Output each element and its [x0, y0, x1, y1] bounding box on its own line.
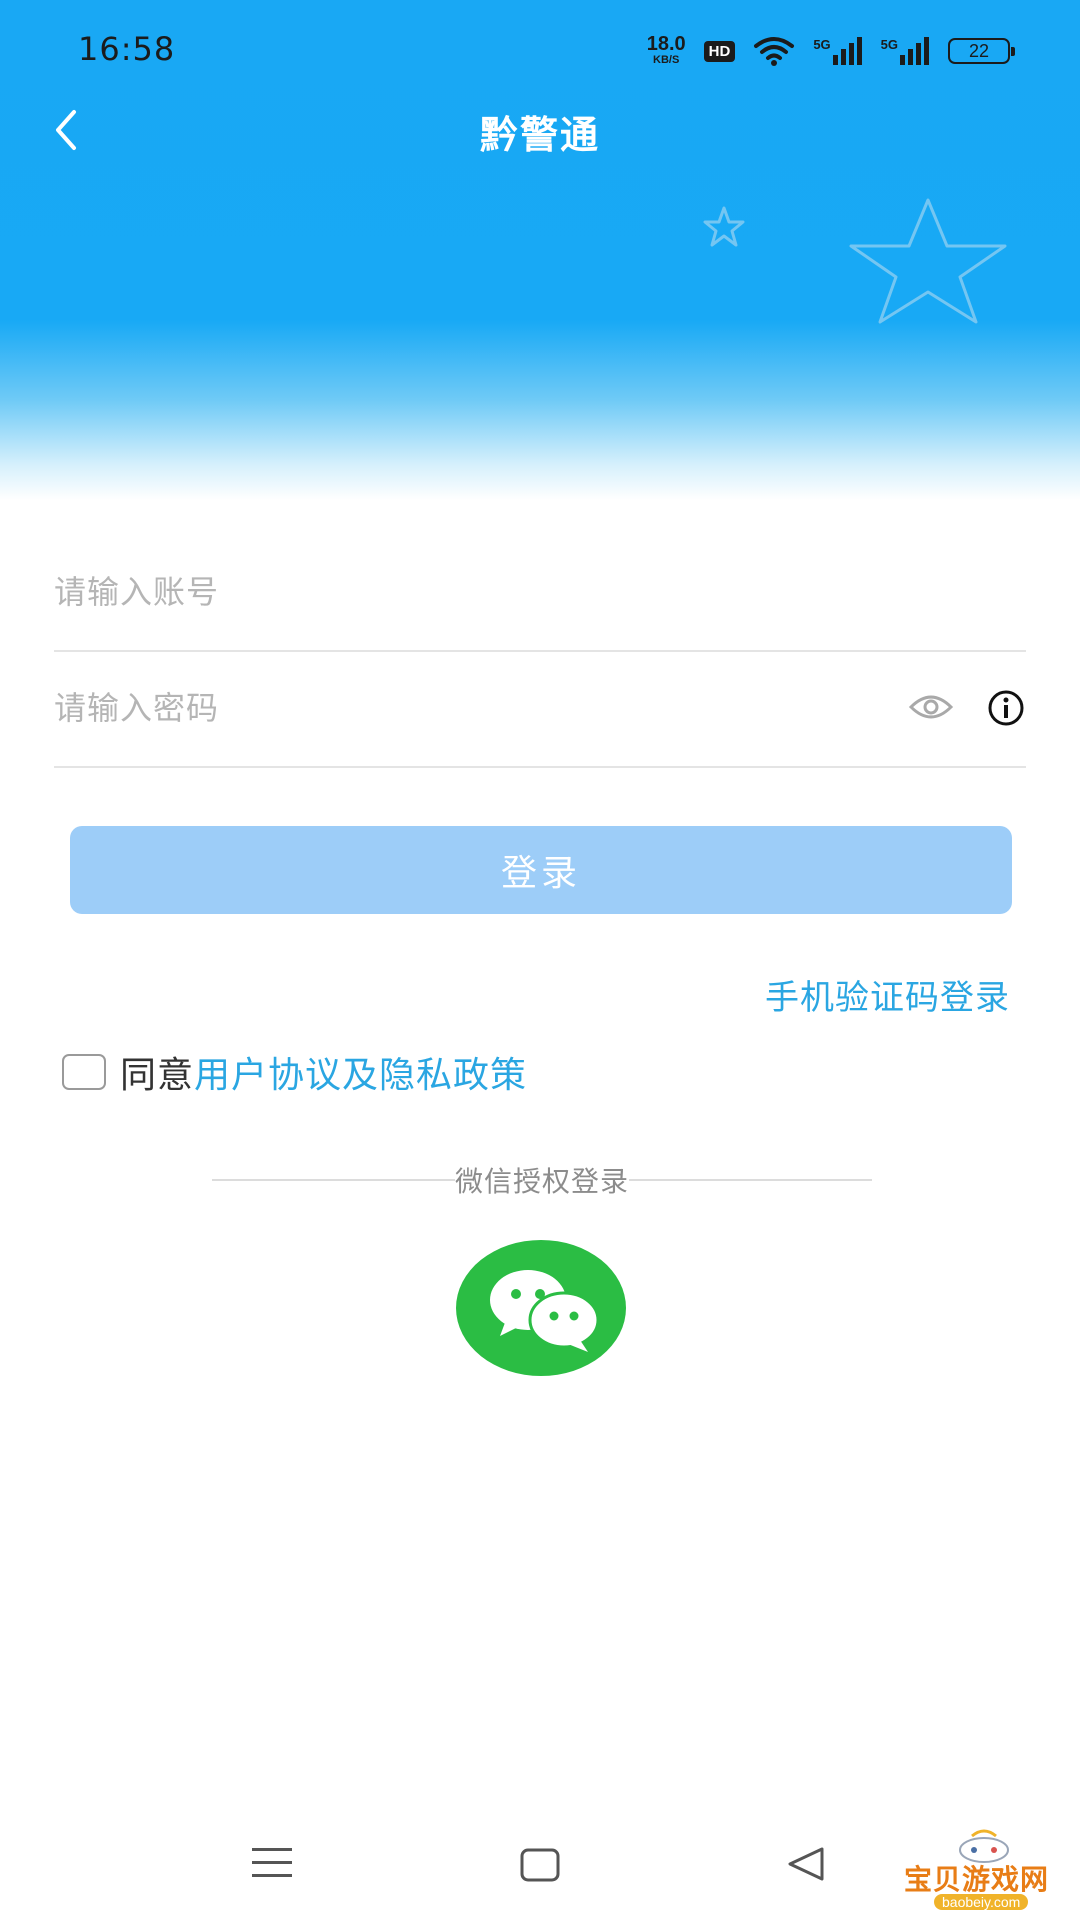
divider-line-right: [629, 1179, 873, 1181]
small-star-icon: [703, 206, 745, 247]
signal-1: 5G: [813, 37, 862, 65]
hd-badge: HD: [703, 40, 736, 62]
password-row: [54, 652, 1026, 768]
login-screen: 16:58 18.0 KB/S HD 5G 5G 22 黔警通 请输入账号 登录…: [0, 0, 1080, 1920]
login-button[interactable]: 登录: [70, 826, 1012, 914]
divider-line-left: [212, 1179, 455, 1181]
agreement-text: 同意用户协议及隐私政策: [120, 1046, 527, 1098]
agreement-link[interactable]: 用户协议及隐私政策: [194, 1055, 527, 1096]
status-icons: 18.0 KB/S HD 5G 5G 22: [646, 33, 1015, 68]
wifi-icon: [754, 37, 795, 66]
signal-bars-icon: [900, 37, 929, 65]
watermark-url: baobeiy.com: [934, 1894, 1029, 1910]
battery-level: 22: [968, 40, 990, 61]
watermark-text: 宝贝游戏网: [904, 1863, 1050, 1896]
agreement-row: 同意用户协议及隐私政策: [62, 1046, 527, 1098]
signal-bars-icon: [832, 37, 862, 65]
home-icon[interactable]: [520, 1848, 560, 1882]
agree-checkbox[interactable]: [62, 1054, 106, 1090]
account-row: [54, 536, 1026, 652]
network-speed-value: 18.0: [646, 33, 686, 55]
wechat-login-button[interactable]: [456, 1240, 626, 1376]
status-bar: 16:58 18.0 KB/S HD 5G 5G 22: [0, 0, 1080, 100]
battery-icon: 22: [948, 38, 1015, 64]
wechat-divider: 微信授权登录: [212, 1160, 873, 1200]
network-speed-unit: KB/S: [653, 54, 680, 66]
agreement-prefix: 同意: [120, 1055, 195, 1096]
account-input[interactable]: [54, 536, 854, 648]
wechat-divider-label: 微信授权登录: [455, 1165, 630, 1198]
signal-2-label: 5G: [880, 37, 898, 52]
watermark: 宝贝游戏网 baobeiy.com: [900, 1828, 1060, 1914]
status-time: 16:58: [78, 30, 176, 68]
signal-1-label: 5G: [813, 37, 831, 52]
info-icon[interactable]: [986, 688, 1026, 728]
menu-icon[interactable]: [252, 1846, 292, 1880]
wechat-icon: [490, 1270, 600, 1352]
large-star-icon: [849, 198, 1007, 324]
signal-2: 5G: [881, 37, 930, 65]
nav-back-icon[interactable]: [786, 1846, 826, 1882]
eye-icon[interactable]: [908, 690, 954, 724]
network-speed: 18.0 KB/S: [646, 33, 686, 67]
sms-login-link[interactable]: 手机验证码登录: [765, 970, 1010, 1019]
page-title: 黔警通: [479, 113, 600, 157]
password-input[interactable]: [54, 652, 854, 764]
